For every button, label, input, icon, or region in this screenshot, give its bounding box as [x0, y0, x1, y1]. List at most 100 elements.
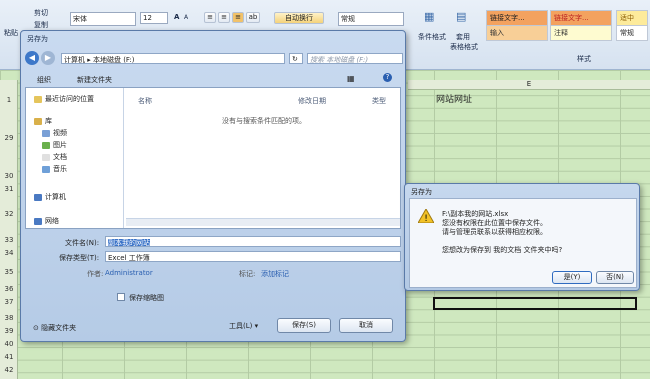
row-number[interactable]: 41 [0, 353, 18, 361]
row-number[interactable]: 38 [0, 314, 18, 322]
address-bar[interactable]: 计算机 ▸ 本地磁盘 (F:) [61, 53, 285, 64]
column-header-e[interactable]: E [408, 80, 650, 90]
libraries-icon [34, 117, 42, 125]
computer-icon [34, 193, 42, 201]
organize-button[interactable]: 组织 [37, 75, 51, 85]
row-number[interactable]: 33 [0, 236, 18, 244]
alert-message-line [442, 236, 562, 245]
back-icon[interactable]: ◀ [25, 51, 39, 65]
orientation-icon[interactable]: ab [246, 12, 260, 23]
row-header: 1 29 30 31 32 33 34 35 36 37 38 39 40 41 42 [0, 80, 18, 379]
cell-style-2[interactable]: 链接文字... [550, 10, 612, 26]
font-grow-button[interactable]: A [174, 13, 179, 21]
music-icon [42, 165, 50, 173]
row-number[interactable]: 29 [0, 134, 18, 142]
help-icon[interactable]: ? [383, 73, 392, 82]
conditional-format-button[interactable]: 条件格式 [418, 32, 446, 42]
no-button[interactable]: 否(N) [596, 271, 634, 284]
nav-pane: 最近访问的位置库视频图片文档音乐计算机网络 [26, 88, 124, 228]
paste-button[interactable]: 粘贴 [4, 28, 18, 38]
nav-item-label: 最近访问的位置 [45, 95, 94, 103]
cell-style-5[interactable]: 注释 [550, 25, 612, 41]
cancel-button[interactable]: 取消 [339, 318, 393, 333]
row-number[interactable]: 42 [0, 366, 18, 374]
row-number[interactable]: 31 [0, 185, 18, 193]
alert-message-line: 您没有权限在此位置中保存文件。 [442, 219, 547, 227]
row-number[interactable]: 39 [0, 327, 18, 335]
font-shrink-button[interactable]: A [184, 14, 188, 21]
font-name-select[interactable]: 宋体 [70, 12, 136, 26]
nav-item-recent-places[interactable]: 最近访问的位置 [34, 94, 94, 104]
tags-label: 标记: [239, 270, 256, 278]
tags-value[interactable]: 添加标记 [261, 269, 289, 279]
thumbnail-checkbox[interactable] [117, 293, 125, 301]
cell-style-4[interactable]: 输入 [486, 25, 548, 41]
author-value[interactable]: Administrator [105, 269, 153, 277]
nav-item-label: 文档 [53, 153, 67, 161]
row-number[interactable]: 32 [0, 210, 18, 218]
dialog-title: 另存为 [27, 35, 48, 43]
filename-input[interactable]: 副本我的网站 [105, 236, 401, 247]
nav-item-computer[interactable]: 计算机 [34, 192, 66, 202]
filetype-select[interactable]: Excel 工作簿 [105, 251, 401, 262]
nav-item-libraries[interactable]: 库 [34, 116, 52, 126]
wrap-text-button[interactable]: 自动换行 [274, 12, 324, 24]
row-number[interactable]: 37 [0, 298, 18, 306]
new-folder-button[interactable]: 新建文件夹 [77, 75, 112, 85]
column-name[interactable]: 名称 [138, 96, 152, 106]
search-input[interactable]: 搜索 本地磁盘 (F:) [307, 53, 403, 64]
nav-item-documents[interactable]: 文档 [42, 152, 67, 162]
align-center-icon[interactable]: ≡ [218, 12, 230, 23]
forward-icon[interactable]: ▶ [41, 51, 55, 65]
nav-item-pictures[interactable]: 图片 [42, 140, 67, 150]
save-button[interactable]: 保存(S) [277, 318, 331, 333]
recent-places-icon [34, 95, 42, 103]
conditional-format-icon[interactable]: ▦ [424, 10, 434, 23]
nav-item-network[interactable]: 网络 [34, 216, 59, 226]
refresh-icon[interactable]: ↻ [289, 53, 303, 64]
row-number[interactable]: 40 [0, 340, 18, 348]
cell-style-6[interactable]: 常规 [616, 25, 648, 41]
copy-button[interactable]: 复制 [34, 20, 48, 30]
font-size-select[interactable]: 12 [140, 12, 168, 24]
row-number[interactable]: 34 [0, 249, 18, 257]
column-type[interactable]: 类型 [372, 96, 386, 106]
alert-title: 另存为 [411, 188, 432, 196]
align-right-icon[interactable]: ≡ [232, 12, 244, 23]
format-table-button[interactable]: 套用 [456, 32, 470, 42]
tools-button[interactable]: 工具(L) ▾ [229, 321, 258, 331]
permission-alert-dialog: 另存为 ! F:\副本我的网站.xlsx 您没有权限在此位置中保存文件。 请与管理员… [404, 183, 640, 291]
align-left-icon[interactable]: ≡ [204, 12, 216, 23]
videos-icon [42, 129, 50, 137]
breadcrumb-computer[interactable]: 计算机 [64, 56, 85, 63]
styles-group-label: 样式 [577, 55, 591, 63]
alert-message-line: 您想改为保存到 我的文档 文件夹中吗? [442, 246, 563, 254]
nav-item-label: 视频 [53, 129, 67, 137]
alert-message-line: F:\副本我的网站.xlsx [442, 210, 509, 218]
format-table-label: 表格格式 [450, 43, 478, 51]
row-number[interactable]: 36 [0, 285, 18, 293]
row-number[interactable]: 35 [0, 268, 18, 276]
filename-label: 文件名(N): [65, 239, 100, 247]
number-format-select[interactable]: 常规 [338, 12, 404, 26]
nav-item-music[interactable]: 音乐 [42, 164, 67, 174]
cell-e1[interactable]: 网站网址 [436, 92, 472, 105]
nav-item-label: 计算机 [45, 193, 66, 201]
breadcrumb-drive[interactable]: 本地磁盘 (F:) [93, 56, 135, 63]
cut-button[interactable]: 剪切 [34, 8, 48, 18]
nav-item-videos[interactable]: 视频 [42, 128, 67, 138]
cell-style-3[interactable]: 适中 [616, 10, 648, 26]
pictures-icon [42, 141, 50, 149]
row-number[interactable]: 1 [0, 96, 18, 104]
column-date[interactable]: 修改日期 [298, 96, 326, 106]
view-icon[interactable]: ▦ [347, 74, 355, 83]
yes-button[interactable]: 是(Y) [552, 271, 592, 284]
documents-icon [42, 153, 50, 161]
hide-folders-button[interactable]: ⊙ 隐藏文件夹 [33, 323, 76, 333]
selected-cell[interactable] [433, 297, 637, 310]
cell-style-1[interactable]: 链接文字... [486, 10, 548, 26]
thumbnail-label: 保存缩略图 [129, 294, 164, 302]
format-table-icon[interactable]: ▤ [456, 10, 466, 23]
row-number[interactable]: 30 [0, 172, 18, 180]
horizontal-scrollbar[interactable] [126, 218, 400, 226]
